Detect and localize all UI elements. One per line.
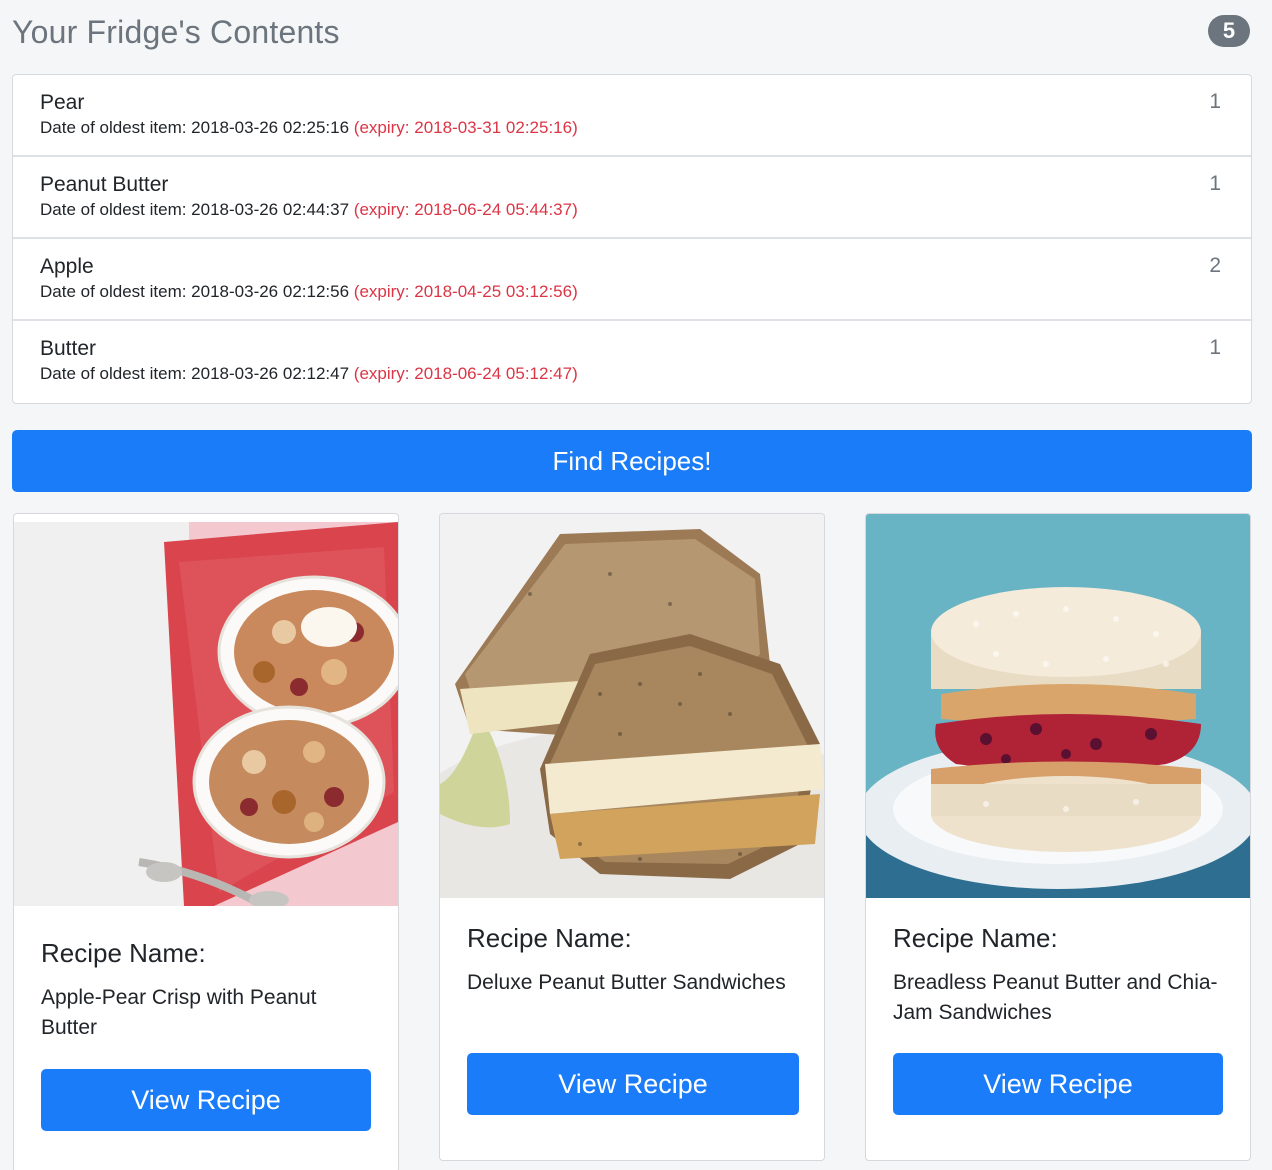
card-body: Recipe Name: Breadless Peanut Butter and… [893,923,1223,1160]
item-oldest-date: Date of oldest item: 2018-03-26 02:12:56… [40,280,1224,304]
find-recipes-button[interactable]: Find Recipes! [12,430,1252,492]
item-count-badge: 5 [1208,15,1250,47]
item-quantity: 2 [1209,254,1221,277]
item-name: Butter [40,337,97,360]
item-expiry: (expiry: 2018-06-24 05:44:37) [353,200,578,219]
item-name: Peanut Butter [40,173,169,196]
list-item[interactable]: Apple Date of oldest item: 2018-03-26 02… [13,239,1251,321]
rice-cake-sandwich-photo [866,514,1250,898]
item-date-text: Date of oldest item: 2018-03-26 02:12:47 [40,364,350,383]
fridge-page: Your Fridge's Contents 5 Pear Date of ol… [0,0,1272,1170]
item-oldest-date: Date of oldest item: 2018-03-26 02:12:47… [40,362,1224,386]
item-quantity: 1 [1209,172,1221,195]
page-title: Your Fridge's Contents [12,14,340,50]
recipe-name-heading: Recipe Name: [893,923,1058,953]
apple-pear-crisp-photo [14,522,398,906]
recipe-name-heading: Recipe Name: [41,938,206,968]
item-quantity: 1 [1209,336,1221,359]
recipe-card: Recipe Name: Apple-Pear Crisp with Peanu… [13,513,399,1170]
item-oldest-date: Date of oldest item: 2018-03-26 02:25:16… [40,116,1224,140]
item-date-text: Date of oldest item: 2018-03-26 02:12:56 [40,282,350,301]
view-recipe-button[interactable]: View Recipe [467,1053,799,1115]
item-date-text: Date of oldest item: 2018-03-26 02:25:16 [40,118,350,137]
item-expiry: (expiry: 2018-04-25 03:12:56) [353,282,578,301]
item-date-text: Date of oldest item: 2018-03-26 02:44:37 [40,200,350,219]
recipe-card: Recipe Name: Breadless Peanut Butter and… [865,513,1251,1161]
view-recipe-button[interactable]: View Recipe [893,1053,1223,1115]
fridge-items-list: Pear Date of oldest item: 2018-03-26 02:… [12,74,1252,404]
recipe-name: Breadless Peanut Butter and Chia-Jam San… [893,971,1218,1024]
recipe-name-heading: Recipe Name: [467,923,632,953]
header: Your Fridge's Contents 5 [12,12,1252,56]
item-name: Apple [40,255,94,278]
recipe-name: Apple-Pear Crisp with Peanut Butter [41,986,317,1039]
peanut-butter-sandwich-photo [440,514,824,898]
recipe-name: Deluxe Peanut Butter Sandwiches [467,971,786,994]
recipe-card: Recipe Name: Deluxe Peanut Butter Sandwi… [439,513,825,1161]
view-recipe-button[interactable]: View Recipe [41,1069,371,1131]
item-oldest-date: Date of oldest item: 2018-03-26 02:44:37… [40,198,1224,222]
list-item[interactable]: Pear Date of oldest item: 2018-03-26 02:… [13,75,1251,157]
list-item[interactable]: Peanut Butter Date of oldest item: 2018-… [13,157,1251,239]
card-body: Recipe Name: Deluxe Peanut Butter Sandwi… [467,923,799,1160]
item-quantity: 1 [1209,90,1221,113]
list-item[interactable]: Butter Date of oldest item: 2018-03-26 0… [13,321,1251,403]
card-body: Recipe Name: Apple-Pear Crisp with Peanu… [41,938,371,1170]
item-expiry: (expiry: 2018-06-24 05:12:47) [353,364,578,383]
item-name: Pear [40,91,85,114]
item-expiry: (expiry: 2018-03-31 02:25:16) [353,118,578,137]
